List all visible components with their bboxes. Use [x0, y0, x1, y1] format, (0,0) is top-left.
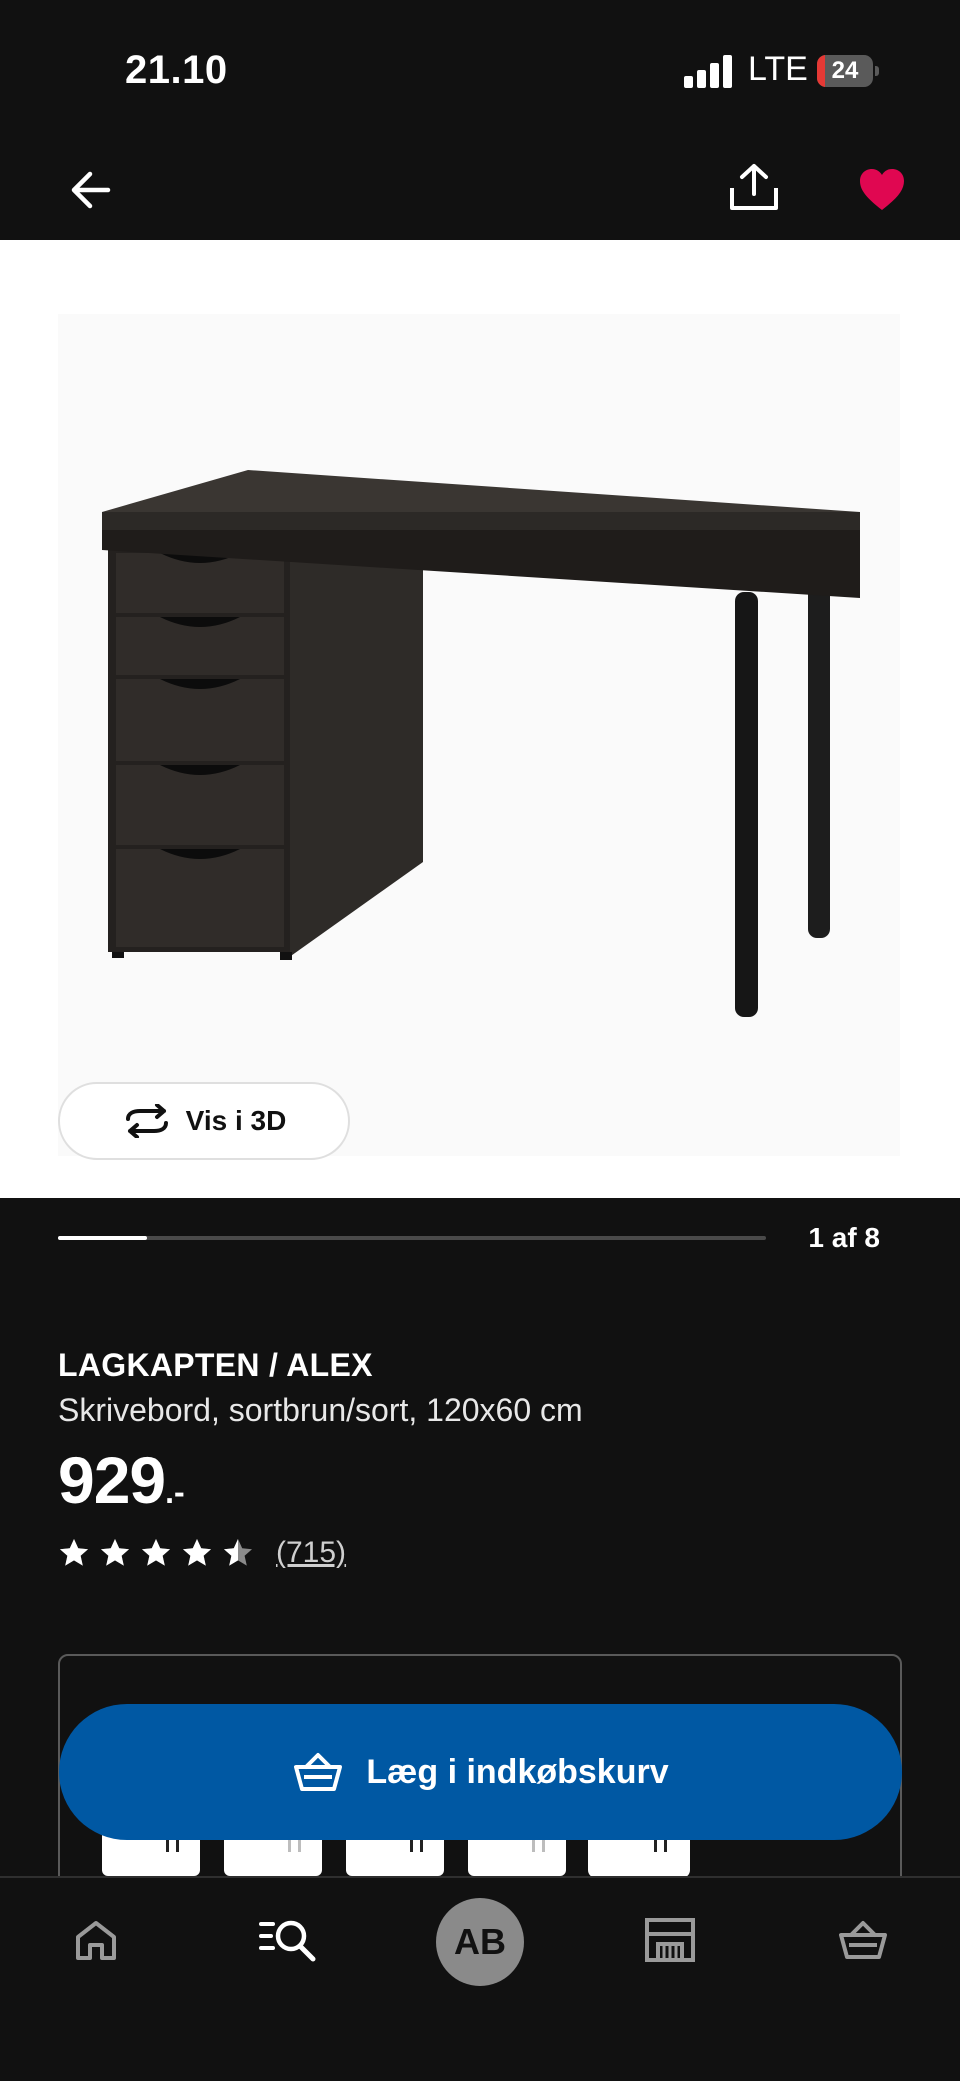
add-to-cart-label: Læg i indkøbskurv	[366, 1752, 669, 1791]
shopping-basket-icon	[839, 1921, 887, 1959]
search-list-icon	[259, 1920, 316, 1962]
favorite-button[interactable]	[850, 158, 914, 222]
tab-search[interactable]	[256, 1910, 320, 1970]
gallery-progress	[58, 1236, 766, 1240]
product-description: Skrivebord, sortbrun/sort, 120x60 cm	[58, 1392, 583, 1428]
product-price: 929 .-	[58, 1442, 185, 1518]
tab-home[interactable]	[66, 1910, 126, 1970]
gallery-progress-fill	[58, 1236, 147, 1240]
product-image-gallery[interactable]: Vis i 3D	[0, 240, 960, 1198]
battery-icon: 24	[817, 55, 879, 87]
bottom-tab-bar: AB	[0, 1876, 960, 2081]
tab-profile[interactable]: AB	[436, 1898, 524, 1986]
status-time: 21.10	[125, 48, 228, 92]
store-icon	[645, 1918, 695, 1962]
view-3d-button[interactable]: Vis i 3D	[58, 1082, 350, 1160]
signal-icon	[684, 54, 732, 88]
star-half-icon	[224, 1539, 252, 1566]
price-value: 929	[58, 1443, 166, 1517]
star-full-icon	[142, 1539, 170, 1566]
status-bar: 21.10 LTE 24	[0, 0, 960, 140]
view-3d-label: Vis i 3D	[185, 1105, 287, 1136]
rating-stars	[58, 1537, 254, 1569]
shopping-basket-icon	[294, 1753, 343, 1791]
nav-header	[0, 140, 960, 240]
product-rating[interactable]: (715)	[58, 1536, 346, 1570]
price-suffix: .-	[165, 1474, 185, 1510]
gallery-counter: 1 af 8	[808, 1222, 880, 1253]
product-name: LAGKAPTEN / ALEX	[58, 1347, 373, 1383]
network-type: LTE	[748, 50, 808, 88]
share-button[interactable]	[722, 152, 786, 222]
battery-level: 24	[831, 57, 859, 84]
star-full-icon	[183, 1539, 211, 1566]
rotate-3d-icon	[125, 1104, 168, 1138]
heart-filled-icon	[860, 169, 904, 210]
tab-store[interactable]	[640, 1910, 700, 1970]
product-image-desk	[102, 470, 860, 1017]
star-full-icon	[101, 1539, 129, 1566]
profile-initials: AB	[454, 1921, 506, 1962]
back-button[interactable]	[58, 158, 122, 222]
home-icon	[76, 1921, 116, 1960]
tab-cart[interactable]	[833, 1910, 893, 1970]
review-count-link[interactable]: (715)	[276, 1536, 346, 1570]
arrow-left-icon	[71, 171, 111, 209]
add-to-cart-button[interactable]: Læg i indkøbskurv	[59, 1704, 902, 1840]
share-icon	[730, 164, 778, 210]
star-full-icon	[60, 1539, 88, 1566]
